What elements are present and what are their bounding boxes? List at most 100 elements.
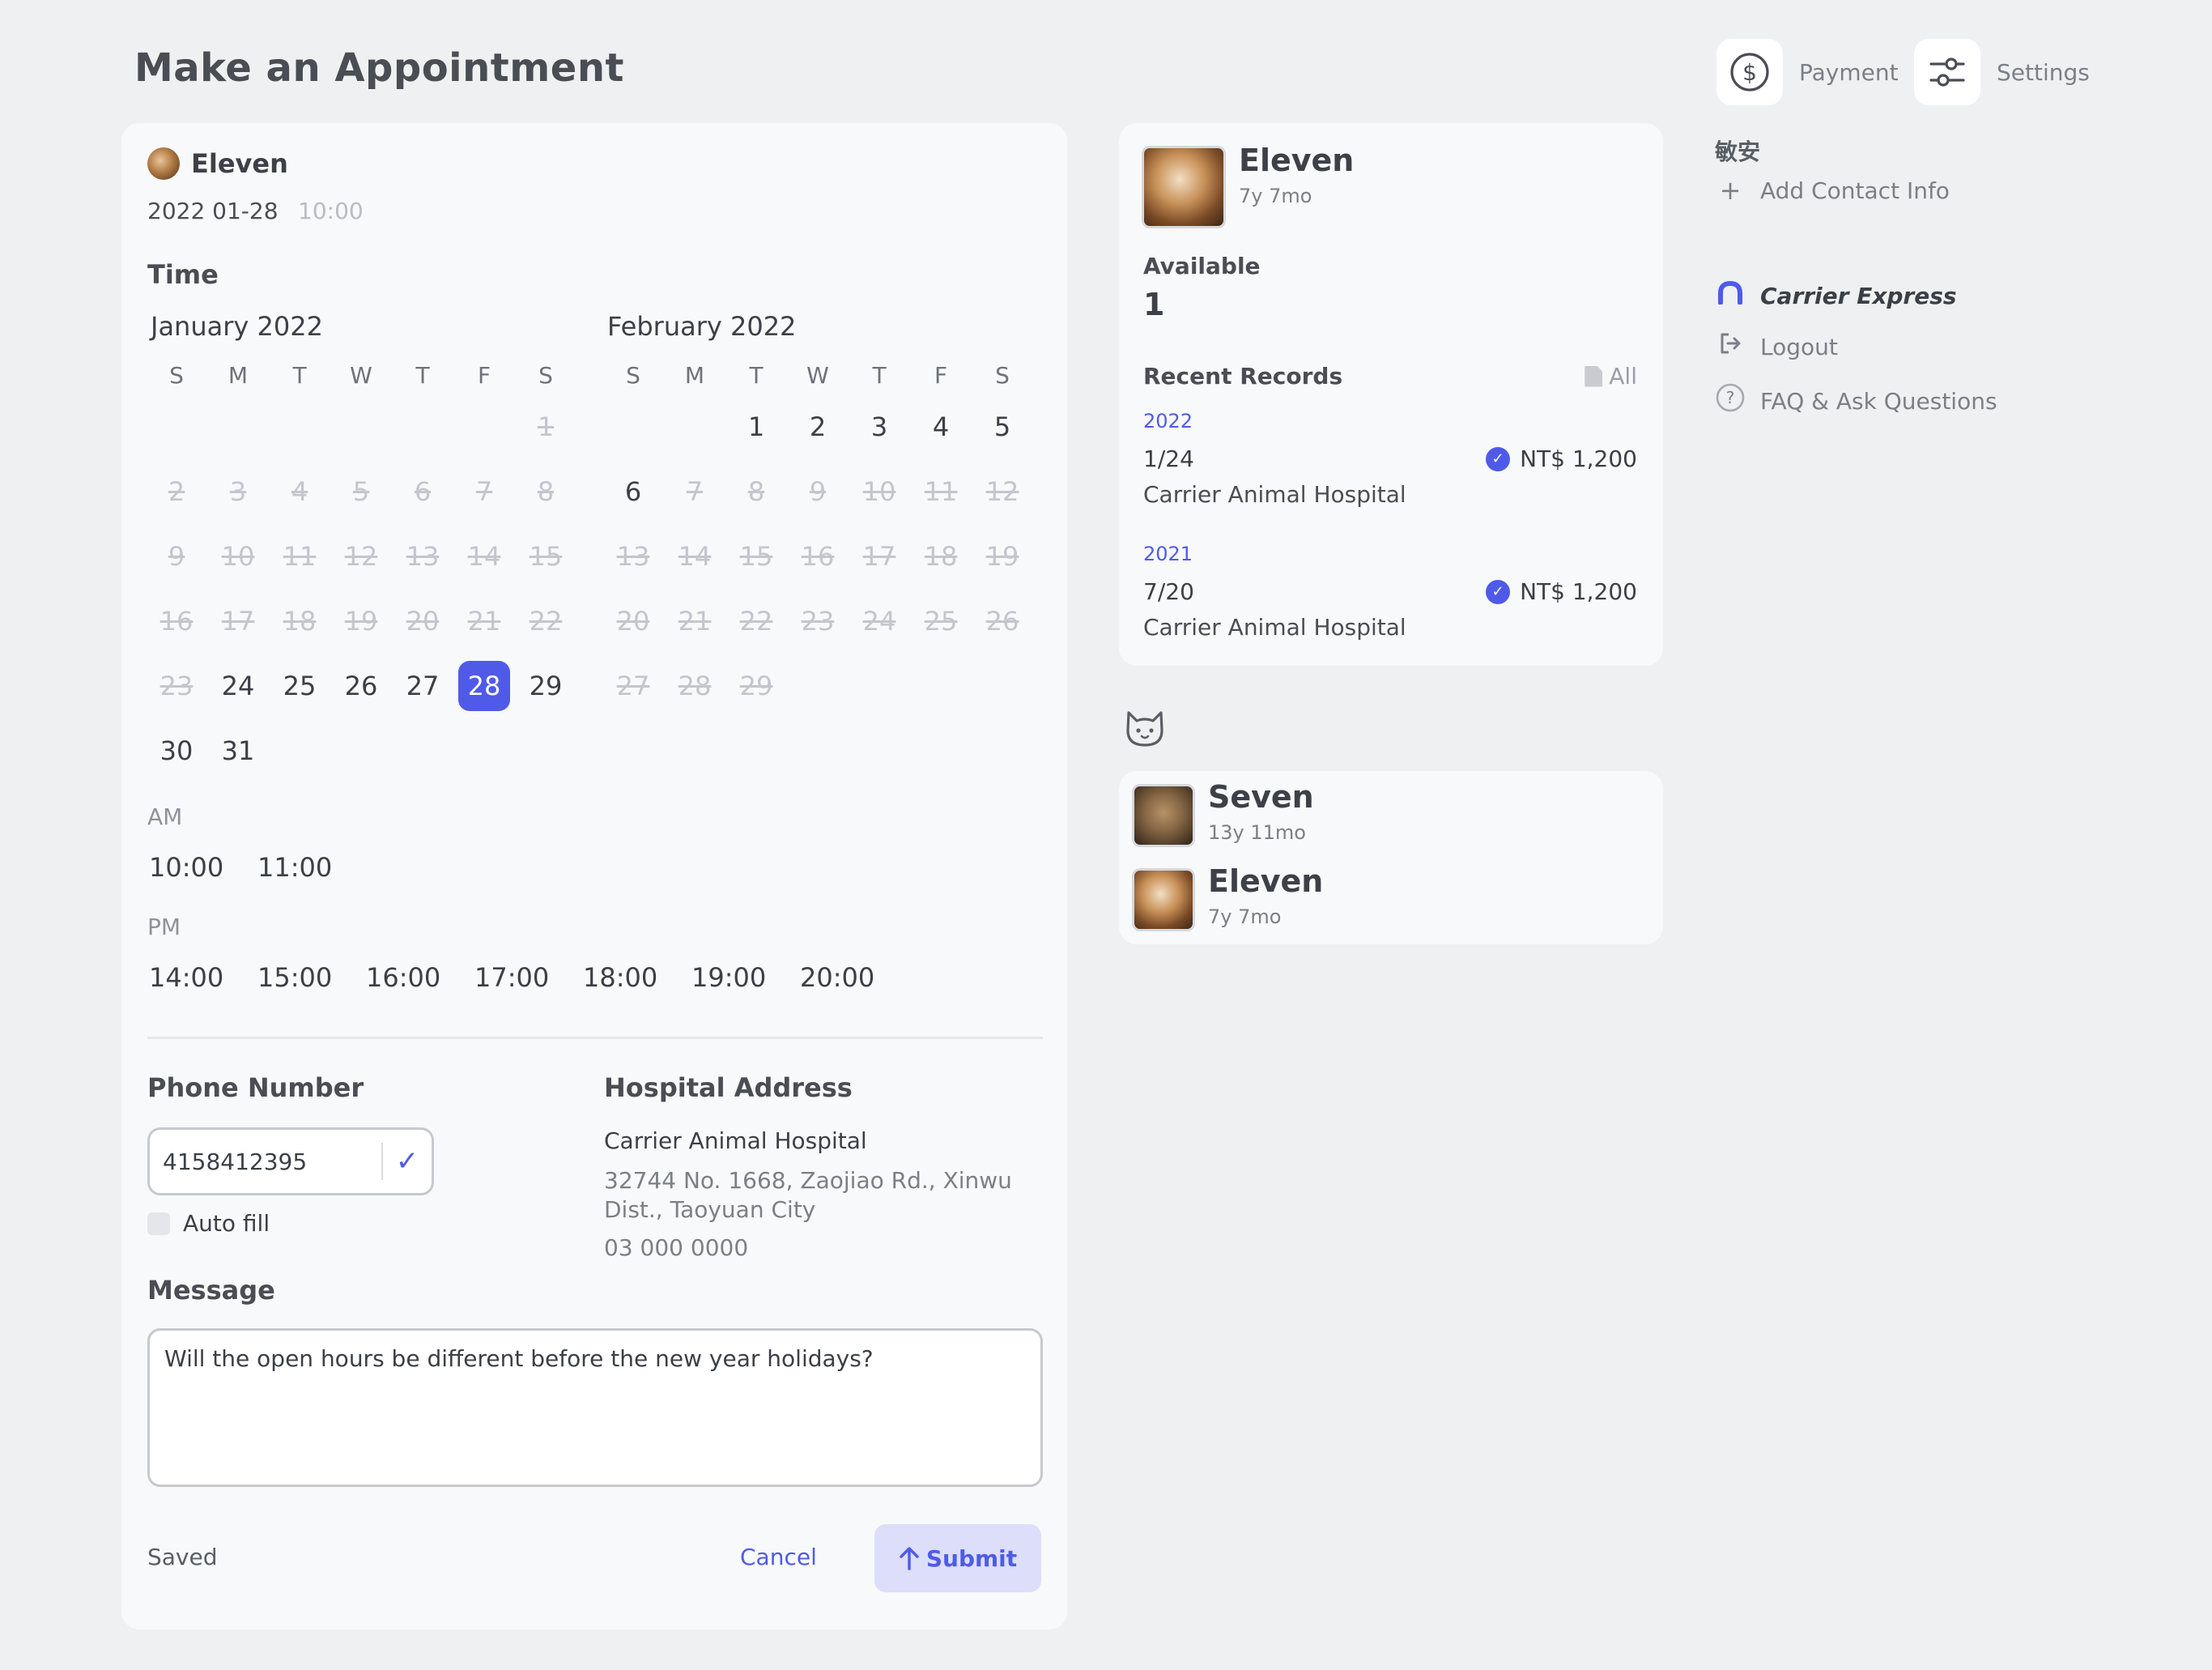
save-status: Saved [147, 1544, 218, 1570]
add-contact-link[interactable]: + Add Contact Info [1715, 175, 1950, 206]
weekday-label: M [228, 362, 249, 389]
record-price-value: NT$ 1,200 [1520, 445, 1637, 472]
month-title: February 2022 [607, 311, 797, 342]
autofill-checkbox[interactable] [147, 1212, 170, 1235]
calendar-day[interactable]: 29 [520, 661, 572, 711]
brand-logo-icon [1715, 280, 1746, 311]
calendar-week: 2 3 4 5 6 7 8 [146, 460, 583, 525]
calendar-day: 11 [924, 476, 958, 507]
message-textarea[interactable]: Will the open hours be different before … [147, 1328, 1043, 1487]
calendar-day: 16 [801, 541, 835, 572]
calendar-day: 20 [616, 606, 650, 637]
autofill-label: Auto fill [183, 1210, 270, 1237]
calendar-week: 1 [146, 395, 583, 460]
settings-label: Settings [1997, 58, 2090, 86]
calendar-day: 6 [414, 476, 432, 507]
question-icon: ? [1715, 382, 1746, 420]
calendar-day[interactable]: 31 [212, 726, 264, 776]
pet-photo [1142, 146, 1226, 228]
phone-confirm-check-icon[interactable]: ✓ [383, 1145, 432, 1178]
settings-tile[interactable] [1914, 39, 1980, 105]
calendar-day[interactable]: 27 [397, 661, 449, 711]
phone-field[interactable]: 4158412395 ✓ [147, 1127, 434, 1195]
record-year: 2022 [1143, 410, 1193, 432]
weekday-label: T [292, 362, 307, 389]
time-section-label: Time [147, 259, 219, 290]
calendar-day: 15 [529, 541, 563, 572]
weekday-label: S [626, 362, 640, 389]
phone-input[interactable]: 4158412395 [150, 1148, 381, 1175]
calendar-week: 30 31 [146, 719, 583, 784]
pm-label: PM [147, 914, 181, 940]
calendar-day: 16 [160, 606, 194, 637]
calendar-day: 26 [985, 606, 1019, 637]
calendar-day: 19 [985, 541, 1019, 572]
calendar-day: 24 [862, 606, 896, 637]
time-slot[interactable]: 19:00 [690, 962, 798, 993]
hospital-label: Hospital Address [604, 1072, 853, 1103]
calendar-day: 18 [283, 606, 317, 637]
calendar-day: 23 [160, 671, 194, 701]
calendar-day: 19 [344, 606, 378, 637]
calendar-day: 27 [616, 671, 650, 701]
time-slot[interactable]: 15:00 [256, 962, 364, 993]
logout-icon [1715, 330, 1746, 363]
calendar-day[interactable]: 1 [730, 402, 782, 452]
calendar-day[interactable]: 4 [915, 402, 967, 452]
calendar-day[interactable]: 26 [335, 661, 387, 711]
arrow-up-icon [900, 1547, 919, 1570]
time-slot[interactable]: 18:00 [581, 962, 690, 993]
calendar-day: 8 [747, 476, 765, 507]
time-slot[interactable]: 10:00 [147, 852, 256, 883]
calendar-week: 6 7 8 9 10 11 12 [602, 460, 1040, 525]
appointment-form-card: Eleven 2022 01-28 10:00 Time January 202… [121, 123, 1067, 1630]
selected-pet-name: Eleven [191, 148, 288, 179]
calendar-day[interactable]: 24 [212, 661, 264, 711]
weekday-label: T [415, 362, 430, 389]
weekday-label: M [684, 362, 705, 389]
calendar-day: 20 [406, 606, 440, 637]
calendar-day[interactable]: 2 [792, 402, 844, 452]
payment-tile[interactable]: $ [1716, 39, 1783, 105]
brand-label: Carrier Express [1760, 282, 1957, 309]
time-slot[interactable]: 17:00 [473, 962, 581, 993]
calendar-day: 1 [537, 411, 555, 442]
calendar-day: 5 [352, 476, 370, 507]
calendar-day[interactable]: 25 [274, 661, 325, 711]
calendar-day: 4 [291, 476, 308, 507]
cancel-button[interactable]: Cancel [740, 1544, 817, 1570]
calendar-day: 21 [678, 606, 712, 637]
autofill-option[interactable]: Auto fill [147, 1210, 270, 1237]
calendar-day[interactable]: 30 [151, 726, 202, 776]
time-slot[interactable]: 11:00 [256, 852, 364, 883]
all-records-link[interactable]: All [1585, 363, 1637, 390]
brand-link[interactable]: Carrier Express [1715, 280, 1957, 311]
weekday-label: F [934, 362, 948, 389]
faq-link[interactable]: ? FAQ & Ask Questions [1715, 382, 1997, 420]
pet-thumbnail [1132, 868, 1195, 931]
calendar-day-selected[interactable]: 28 [458, 661, 510, 711]
time-slot[interactable]: 20:00 [798, 962, 907, 993]
settings-button[interactable]: Settings [1914, 39, 2090, 105]
logout-link[interactable]: Logout [1715, 330, 1838, 363]
record-date[interactable]: 1/24 [1143, 445, 1194, 472]
calendar-day[interactable]: 3 [853, 402, 905, 452]
calendar-month: January 2022 S M T W T F S 1 2 3 4 5 6 7 8 9 10 11 12 13 14 15… [146, 311, 583, 784]
record-date[interactable]: 7/20 [1143, 578, 1194, 605]
calendar-day[interactable]: 5 [976, 402, 1028, 452]
payment-button[interactable]: $ Payment [1716, 39, 1899, 105]
calendar-day: 2 [168, 476, 185, 507]
record-hospital: Carrier Animal Hospital [1143, 614, 1406, 641]
calendar-day: 21 [467, 606, 501, 637]
svg-text:?: ? [1726, 388, 1735, 407]
weekday-label: F [477, 362, 491, 389]
sliders-icon [1929, 58, 1965, 87]
weekday-label: W [350, 362, 372, 389]
time-slot[interactable]: 14:00 [147, 962, 256, 993]
hospital-address: 32744 No. 1668, Zaojiao Rd., Xinwu Dist.… [604, 1167, 1012, 1223]
calendar-day[interactable]: 6 [607, 466, 659, 517]
faq-label: FAQ & Ask Questions [1760, 387, 1997, 415]
profile-pet-age: 7y 7mo [1239, 185, 1312, 207]
time-slot[interactable]: 16:00 [364, 962, 473, 993]
submit-button[interactable]: Submit [874, 1524, 1041, 1592]
